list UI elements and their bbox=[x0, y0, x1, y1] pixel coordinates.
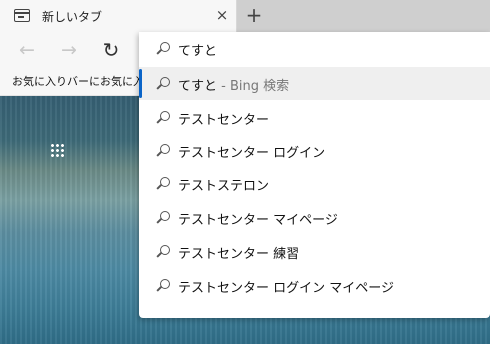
forward-button[interactable]: → bbox=[56, 37, 82, 63]
apps-grid-icon[interactable] bbox=[50, 143, 64, 157]
search-icon bbox=[156, 42, 170, 56]
reload-button[interactable]: ↻ bbox=[98, 37, 124, 63]
search-icon bbox=[156, 177, 170, 191]
newtab-page-icon bbox=[14, 9, 30, 22]
search-icon bbox=[156, 211, 170, 225]
search-icon bbox=[156, 77, 170, 91]
tab-new-tab[interactable]: 新しいタブ × bbox=[0, 0, 237, 32]
suggestion-text: テストセンター 練習 bbox=[178, 247, 300, 262]
suggestion-item[interactable]: てすと - Bing 検索 bbox=[139, 67, 490, 100]
close-tab-icon[interactable]: × bbox=[214, 6, 230, 24]
address-bar-dropdown: てすと てすと - Bing 検索 テストセンター テストセンター ログイン テ… bbox=[139, 32, 490, 318]
suggestion-text: テストセンター ログイン bbox=[178, 146, 326, 161]
suggestion-item[interactable]: テストセンター ログイン マイページ bbox=[139, 269, 490, 302]
address-input[interactable]: てすと bbox=[178, 40, 217, 59]
tab-title: 新しいタブ bbox=[42, 10, 103, 24]
favorites-bar-hint[interactable]: お気に入りバーにお気に入り bbox=[12, 73, 140, 89]
tab-strip: 新しいタブ × + bbox=[0, 0, 490, 32]
suggestion-source: - Bing 検索 bbox=[217, 79, 290, 94]
suggestion-item[interactable]: テストセンター ログイン bbox=[139, 134, 490, 167]
suggestion-text: テストセンター bbox=[178, 113, 270, 128]
suggestion-text: テストセンター ログイン マイページ bbox=[178, 281, 395, 296]
address-bar[interactable]: てすと bbox=[139, 32, 490, 66]
suggestion-text: てすと bbox=[178, 79, 218, 94]
suggestion-item[interactable]: テストセンター マイページ bbox=[139, 201, 490, 234]
suggestion-text: テストステロン bbox=[178, 179, 270, 194]
back-button[interactable]: ← bbox=[14, 37, 40, 63]
suggestion-item[interactable]: テストセンター 練習 bbox=[139, 235, 490, 268]
search-icon bbox=[156, 245, 170, 259]
suggestion-text: テストセンター マイページ bbox=[178, 213, 338, 228]
suggestion-item[interactable]: テストステロン bbox=[139, 167, 490, 200]
new-tab-button[interactable]: + bbox=[244, 4, 264, 26]
search-icon bbox=[156, 279, 170, 293]
search-icon bbox=[156, 144, 170, 158]
suggestion-item[interactable]: テストセンター bbox=[139, 101, 490, 134]
search-icon bbox=[156, 111, 170, 125]
